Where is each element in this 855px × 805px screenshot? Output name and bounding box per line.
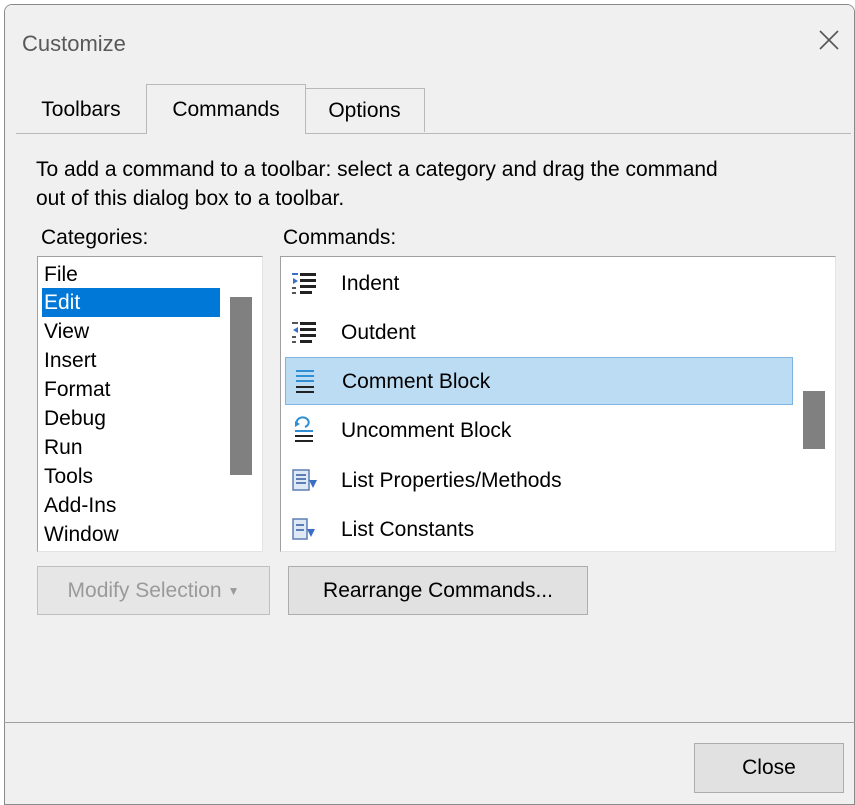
close-button[interactable]: Close [694,743,844,793]
list-properties-icon [292,469,317,491]
list-constants-icon [292,518,315,540]
title-bar: Customize [5,5,854,79]
dropdown-arrow-icon: ▼ [227,583,240,598]
instructions-line-1: To add a command to a toolbar: select a … [36,158,718,181]
command-label: Comment Block [342,370,491,393]
command-label: List Properties/Methods [341,469,562,492]
categories-scrollbar-thumb[interactable] [230,297,252,475]
close-icon[interactable] [816,27,842,53]
category-item-selected[interactable]: Edit [42,288,220,317]
comment-block-icon [296,370,314,393]
commands-scrollbar-thumb[interactable] [803,391,825,449]
close-button-label: Close [742,756,796,779]
commands-label: Commands: [283,226,397,249]
command-item[interactable]: List Constants [285,506,793,551]
category-item[interactable]: Insert [42,346,220,375]
command-item-selected[interactable]: Comment Block [285,357,793,405]
command-label: Uncomment Block [341,419,512,442]
tab-commands[interactable]: Commands [146,84,306,134]
category-item[interactable]: Run [42,433,220,462]
indent-icon [292,273,316,294]
category-item[interactable]: Debug [42,404,220,433]
command-item[interactable]: Uncomment Block [285,407,793,455]
category-item[interactable]: View [42,317,220,346]
tab-options[interactable]: Options [305,88,425,132]
category-item[interactable]: Add-Ins [42,491,220,520]
command-label: Outdent [341,321,416,344]
tab-toolbars-label: Toolbars [41,98,121,121]
instructions-line-2: out of this dialog box to a toolbar. [36,187,345,210]
rearrange-commands-button[interactable]: Rearrange Commands... [288,566,588,615]
rearrange-commands-label: Rearrange Commands... [323,578,553,602]
command-item[interactable]: Indent [285,260,793,308]
instructions-text: To add a command to a toolbar: select a … [36,155,836,213]
modify-selection-button[interactable]: Modify Selection ▼ [37,566,270,615]
category-item[interactable]: Tools [42,462,220,491]
footer-divider [4,722,855,723]
modify-selection-label: Modify Selection [67,578,222,602]
category-item[interactable]: Format [42,375,220,404]
tab-toolbars[interactable]: Toolbars [16,88,146,132]
commands-listbox[interactable]: Indent Outdent Comment Block Uncomment B… [280,256,836,552]
outdent-icon [292,322,316,343]
category-item[interactable]: Window [42,520,220,549]
tab-options-label: Options [328,98,401,122]
category-item[interactable]: File [42,260,220,289]
command-label: List Constants [341,518,475,541]
uncomment-block-icon [295,416,313,442]
categories-label: Categories: [41,226,149,249]
categories-listbox[interactable]: File Edit View Insert Format Debug Run T… [37,256,263,552]
command-item[interactable]: Outdent [285,309,793,357]
tab-commands-label: Commands [172,97,280,121]
command-item[interactable]: List Properties/Methods [285,457,793,505]
dialog-title: Customize [22,31,126,56]
command-label: Indent [341,272,400,295]
